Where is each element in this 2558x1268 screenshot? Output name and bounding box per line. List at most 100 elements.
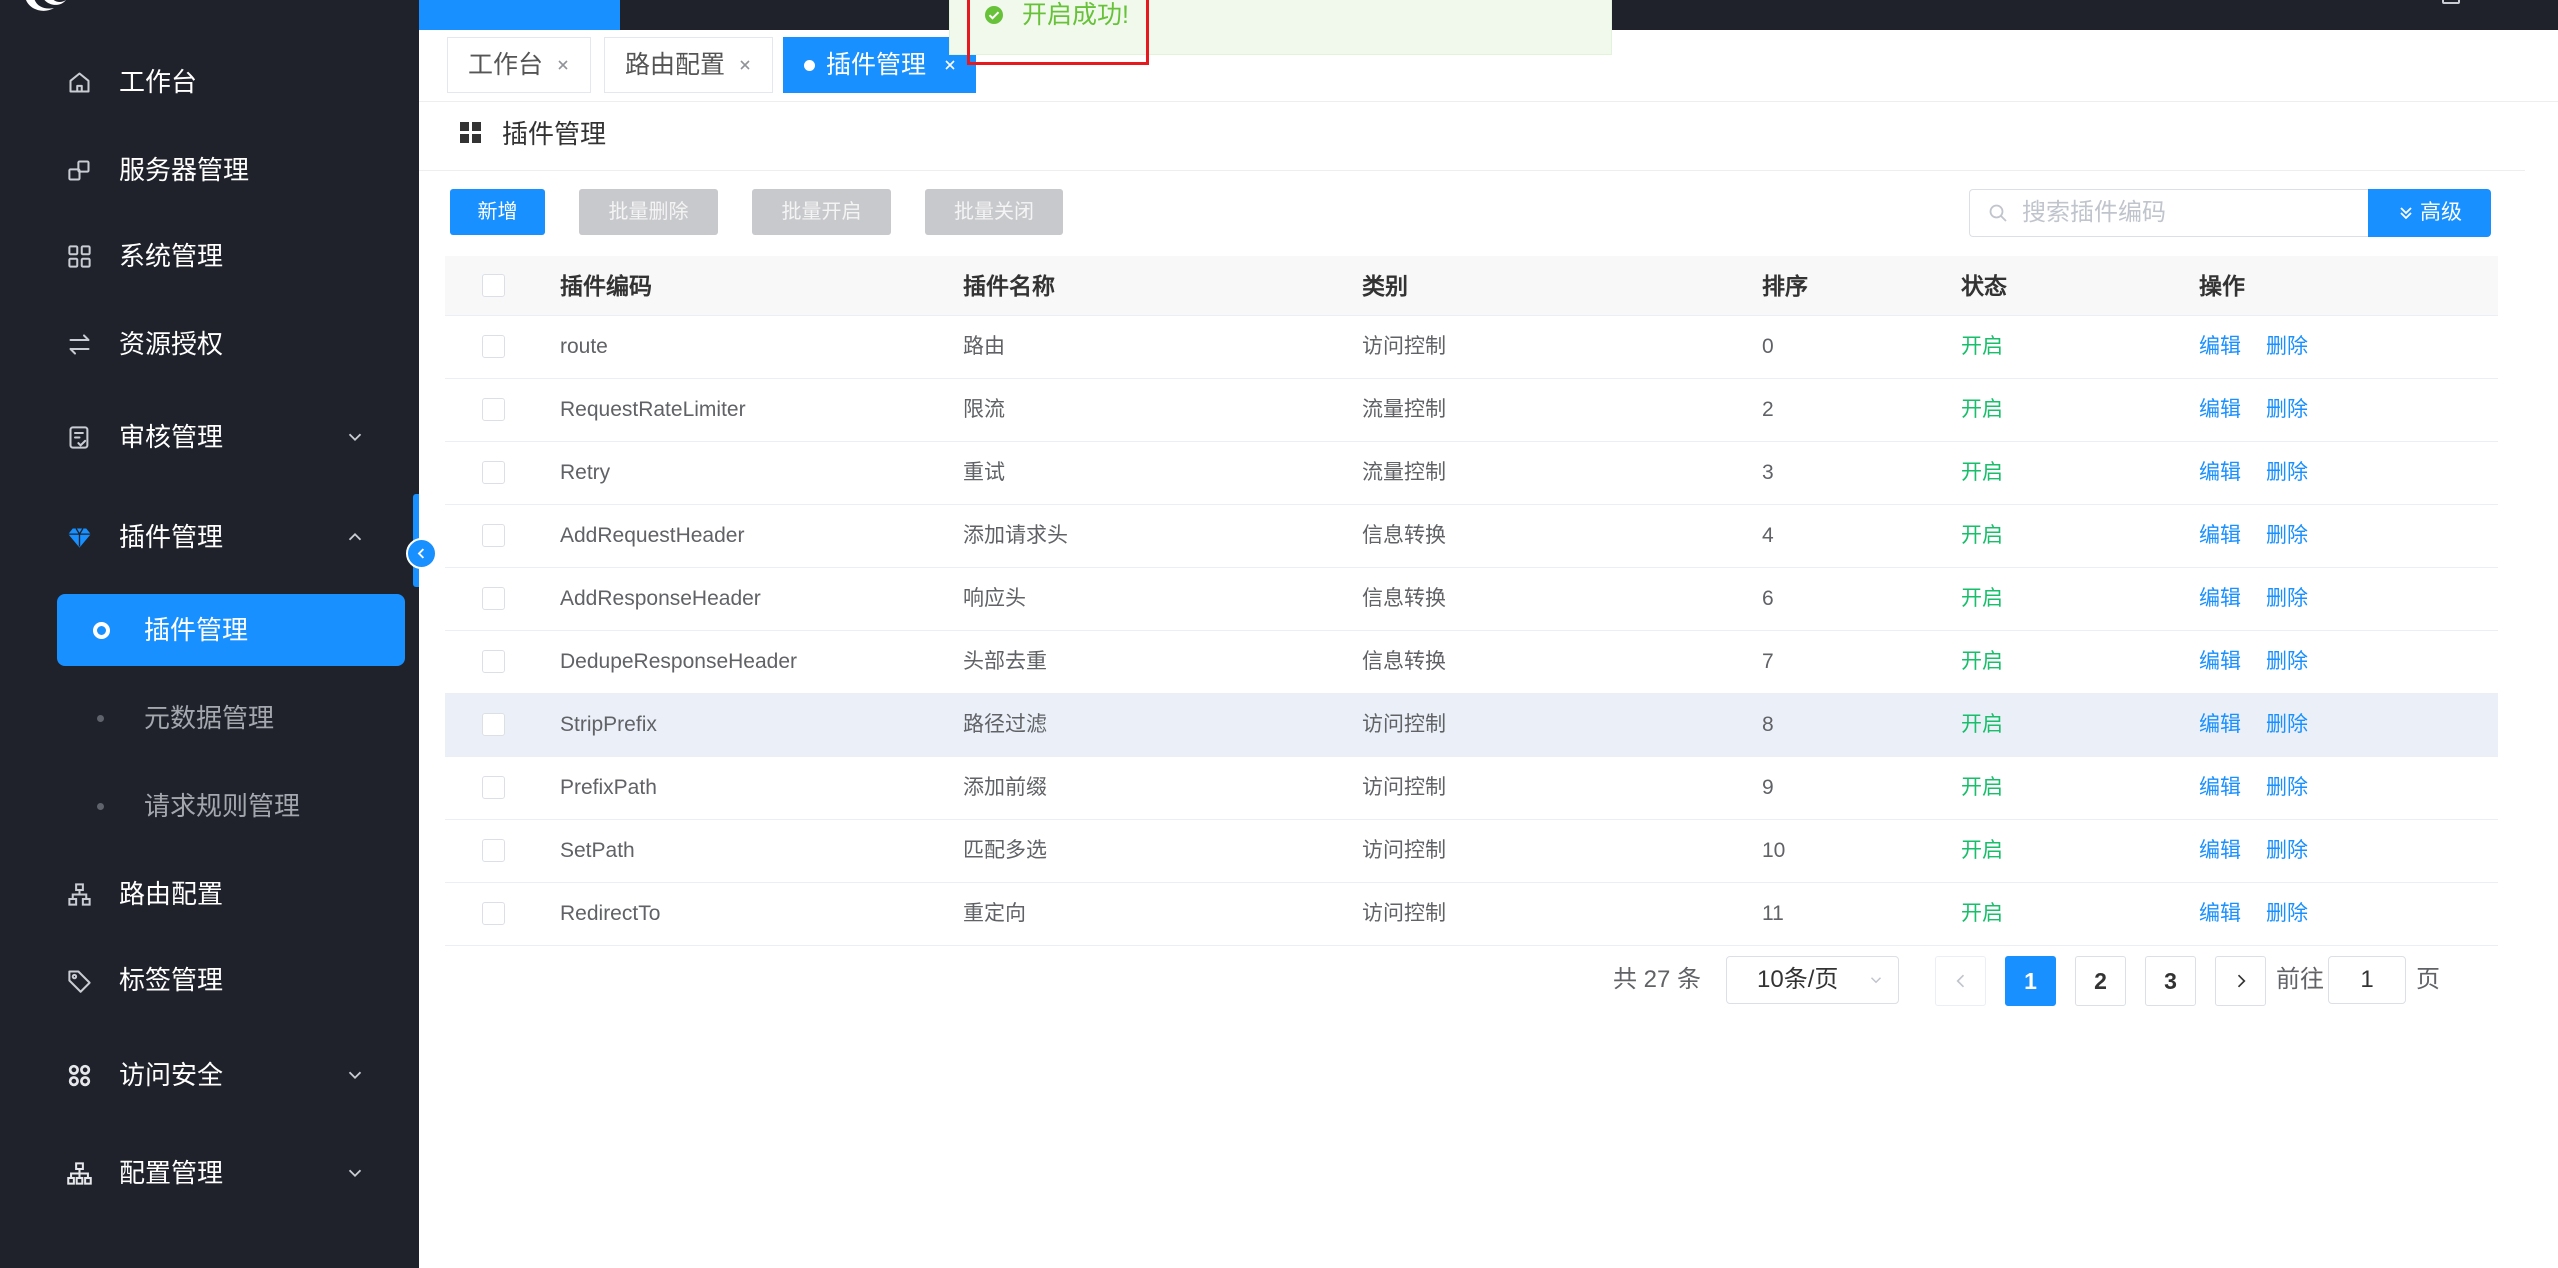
batch-disable-button[interactable]: 批量关闭 <box>925 189 1063 235</box>
sidebar-item-servers[interactable]: 服务器管理 <box>0 140 419 200</box>
chevron-left-icon <box>417 548 425 559</box>
row-checkbox[interactable] <box>482 461 505 484</box>
row-checkbox[interactable] <box>482 398 505 421</box>
cell-plugin-code: StripPrefix <box>560 713 657 736</box>
delete-link[interactable]: 删除 <box>2266 820 2308 882</box>
row-checkbox[interactable] <box>482 776 505 799</box>
prev-page-button[interactable] <box>1935 956 1986 1006</box>
table-row[interactable]: AddRequestHeader 添加请求头 信息转换 4 开启 编辑 删除 <box>445 505 2498 568</box>
cell-sort: 9 <box>1762 776 1774 799</box>
sidebar-item-plugins[interactable]: 插件管理 <box>0 507 419 567</box>
column-header[interactable]: 状态 <box>1961 256 2007 316</box>
row-checkbox[interactable] <box>482 650 505 673</box>
page-size-select[interactable]: 10条/页 <box>1726 956 1899 1004</box>
sidebar-subitem-request-rules[interactable]: 请求规则管理 <box>57 770 405 842</box>
delete-link[interactable]: 删除 <box>2266 505 2308 567</box>
row-checkbox[interactable] <box>482 587 505 610</box>
table-row[interactable]: PrefixPath 添加前缀 访问控制 9 开启 编辑 删除 <box>445 757 2498 820</box>
search-input[interactable] <box>2020 191 2360 235</box>
table-row[interactable]: DedupeResponseHeader 头部去重 信息转换 7 开启 编辑 删… <box>445 631 2498 694</box>
table-row[interactable]: Retry 重试 流量控制 3 开启 编辑 删除 <box>445 442 2498 505</box>
delete-link[interactable]: 删除 <box>2266 316 2308 378</box>
add-button[interactable]: 新增 <box>450 189 545 235</box>
edit-link[interactable]: 编辑 <box>2199 757 2241 819</box>
page-suffix-label: 页 <box>2416 966 2440 993</box>
tab-route-config[interactable]: 路由配置 <box>604 37 773 93</box>
delete-link[interactable]: 删除 <box>2266 568 2308 630</box>
server-icon <box>68 160 90 181</box>
cell-plugin-code: AddResponseHeader <box>560 587 761 610</box>
edit-link[interactable]: 编辑 <box>2199 883 2241 945</box>
sidebar-item-config[interactable]: 配置管理 <box>0 1143 419 1203</box>
chevron-right-icon <box>2237 974 2246 988</box>
row-checkbox[interactable] <box>482 902 505 925</box>
edit-link[interactable]: 编辑 <box>2199 505 2241 567</box>
table-row[interactable]: route 路由 访问控制 0 开启 编辑 删除 <box>445 316 2498 379</box>
advanced-search-button[interactable]: 高级 <box>2368 189 2491 237</box>
sidebar-item-label: 配置管理 <box>119 1158 224 1188</box>
sidebar-subitem-label: 元数据管理 <box>144 703 275 733</box>
batch-enable-button[interactable]: 批量开启 <box>752 189 891 235</box>
apps-icon <box>68 1064 91 1087</box>
select-all-checkbox[interactable] <box>482 274 505 297</box>
column-header[interactable]: 插件编码 <box>560 256 652 316</box>
user-icon[interactable] <box>2442 0 2460 4</box>
table-row[interactable]: RedirectTo 重定向 访问控制 11 开启 编辑 删除 <box>445 883 2498 946</box>
sidebar-item-system[interactable]: 系统管理 <box>0 226 419 286</box>
close-icon[interactable] <box>943 58 957 72</box>
logo-icon <box>26 0 66 11</box>
table-row[interactable]: StripPrefix 路径过滤 访问控制 8 开启 编辑 删除 <box>445 694 2498 757</box>
row-checkbox[interactable] <box>482 839 505 862</box>
delete-link[interactable]: 删除 <box>2266 379 2308 441</box>
delete-link[interactable]: 删除 <box>2266 694 2308 756</box>
tab-workbench[interactable]: 工作台 <box>447 37 591 93</box>
tab-plugin-management[interactable]: 插件管理 <box>783 37 976 93</box>
cell-category: 访问控制 <box>1362 713 1446 736</box>
column-header[interactable]: 类别 <box>1362 256 1408 316</box>
close-icon[interactable] <box>738 58 752 72</box>
sidebar-item-tags[interactable]: 标签管理 <box>0 950 419 1010</box>
row-checkbox[interactable] <box>482 713 505 736</box>
edit-link[interactable]: 编辑 <box>2199 442 2241 504</box>
cell-status: 开启 <box>1961 902 2003 925</box>
table-row[interactable]: AddResponseHeader 响应头 信息转换 6 开启 编辑 删除 <box>445 568 2498 631</box>
page-button[interactable]: 1 <box>2005 956 2056 1006</box>
row-checkbox[interactable] <box>482 335 505 358</box>
edit-link[interactable]: 编辑 <box>2199 694 2241 756</box>
sidebar-subitem-plugin-management[interactable]: 插件管理 <box>57 594 405 666</box>
table-row[interactable]: RequestRateLimiter 限流 流量控制 2 开启 编辑 删除 <box>445 379 2498 442</box>
delete-link[interactable]: 删除 <box>2266 757 2308 819</box>
edit-link[interactable]: 编辑 <box>2199 568 2241 630</box>
edit-link[interactable]: 编辑 <box>2199 379 2241 441</box>
cell-status: 开启 <box>1961 587 2003 610</box>
page-button[interactable]: 3 <box>2145 956 2196 1006</box>
page-button[interactable]: 2 <box>2075 956 2126 1006</box>
sidebar-subitem-metadata[interactable]: 元数据管理 <box>57 682 405 754</box>
edit-link[interactable]: 编辑 <box>2199 631 2241 693</box>
cell-plugin-name: 限流 <box>963 398 1005 421</box>
sidebar-item-resource-auth[interactable]: 资源授权 <box>0 314 419 374</box>
hierarchy-icon <box>67 1162 92 1185</box>
sidebar-item-routes[interactable]: 路由配置 <box>0 864 419 924</box>
cell-status: 开启 <box>1961 776 2003 799</box>
delete-link[interactable]: 删除 <box>2266 883 2308 945</box>
plugin-table: 插件编码 插件名称 类别 排序 状态 操作 route 路由 访问控制 0 开启… <box>445 256 2498 947</box>
column-header[interactable]: 排序 <box>1762 256 1808 316</box>
edit-link[interactable]: 编辑 <box>2199 820 2241 882</box>
close-icon[interactable] <box>556 58 570 72</box>
cell-category: 访问控制 <box>1362 335 1446 358</box>
sidebar-collapse-button[interactable] <box>406 538 437 569</box>
column-header[interactable]: 插件名称 <box>963 256 1055 316</box>
row-checkbox[interactable] <box>482 524 505 547</box>
goto-page-input[interactable] <box>2328 956 2406 1004</box>
sidebar-item-workbench[interactable]: 工作台 <box>0 52 419 112</box>
batch-delete-button[interactable]: 批量删除 <box>579 189 718 235</box>
sidebar-item-access-security[interactable]: 访问安全 <box>0 1045 419 1105</box>
next-page-button[interactable] <box>2215 956 2266 1006</box>
table-row[interactable]: SetPath 匹配多选 访问控制 10 开启 编辑 删除 <box>445 820 2498 883</box>
delete-link[interactable]: 删除 <box>2266 631 2308 693</box>
sidebar-item-audit[interactable]: 审核管理 <box>0 407 419 467</box>
search-box <box>1969 189 2369 237</box>
delete-link[interactable]: 删除 <box>2266 442 2308 504</box>
edit-link[interactable]: 编辑 <box>2199 316 2241 378</box>
